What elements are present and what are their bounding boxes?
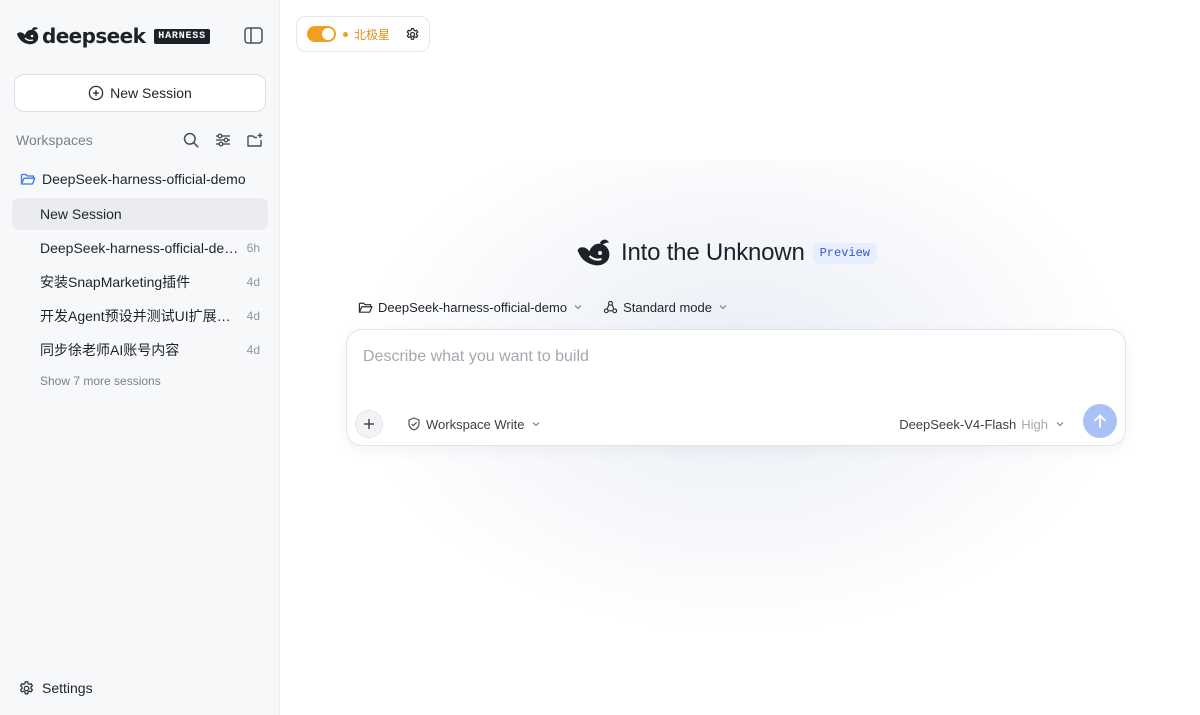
settings-label: Settings xyxy=(42,680,93,696)
workspaces-title: Workspaces xyxy=(16,132,93,148)
chevron-down-icon xyxy=(574,305,582,310)
gear-icon xyxy=(19,680,34,694)
permission-label: Workspace Write xyxy=(426,416,525,432)
mode-status-dot xyxy=(343,31,348,37)
brand-logo: deepseek HARNESS xyxy=(16,26,210,46)
gear-icon[interactable] xyxy=(405,27,420,42)
preview-badge: Preview xyxy=(812,242,878,264)
brand-name: deepseek xyxy=(42,24,146,48)
chevron-down-icon xyxy=(532,422,539,427)
brand-badge: HARNESS xyxy=(154,28,210,44)
session-item[interactable]: New Session xyxy=(12,198,268,230)
session-title: 安装SnapMarketing插件 xyxy=(40,274,191,290)
session-item[interactable]: 安装SnapMarketing插件 4d xyxy=(12,266,268,298)
session-list: New Session DeepSeek-harness-official-de… xyxy=(12,198,268,368)
context-selectors: DeepSeek-harness-official-demo Standard … xyxy=(358,298,728,316)
session-time: 4d xyxy=(246,275,260,289)
deepseek-whale-icon xyxy=(17,27,39,45)
prompt-composer: Workspace Write DeepSeek-V4-Flash High xyxy=(346,329,1126,446)
plus-circle-icon xyxy=(88,85,104,101)
deepseek-whale-icon xyxy=(577,239,610,266)
session-item[interactable]: 同步徐老师AI账号内容 4d xyxy=(12,334,268,366)
folder-icon xyxy=(358,302,373,313)
prompt-input[interactable] xyxy=(363,344,1103,370)
agent-mode-icon xyxy=(603,300,618,313)
chevron-down-icon xyxy=(1056,422,1064,427)
session-title: DeepSeek-harness-official-demo xyxy=(40,240,239,256)
attach-button[interactable] xyxy=(355,410,383,438)
session-item[interactable]: 开发Agent预设并测试UI扩展功能 4d xyxy=(12,300,268,332)
arrow-up-icon xyxy=(1094,414,1106,428)
model-name: DeepSeek-V4-Flash xyxy=(899,416,1017,432)
shield-check-icon xyxy=(408,417,420,431)
session-title: New Session xyxy=(40,206,122,222)
folder-open-icon xyxy=(20,173,36,185)
sidebar: deepseek HARNESS New Session Workspaces xyxy=(0,0,280,715)
new-folder-icon[interactable] xyxy=(246,131,264,149)
new-session-button[interactable]: New Session xyxy=(14,74,266,112)
mode-pill: 北极星 xyxy=(296,16,430,52)
sidebar-panel-icon[interactable] xyxy=(244,27,263,44)
model-effort: High xyxy=(1021,416,1048,432)
session-item[interactable]: DeepSeek-harness-official-demo 6h xyxy=(12,232,268,264)
mode-toggle[interactable] xyxy=(307,26,336,42)
new-session-label: New Session xyxy=(110,85,192,101)
workspace-folder[interactable]: DeepSeek-harness-official-demo xyxy=(20,169,246,189)
plus-icon xyxy=(364,419,374,429)
show-more-sessions-link[interactable]: Show 7 more sessions xyxy=(40,374,161,388)
model-selector[interactable]: DeepSeek-V4-Flash High xyxy=(899,416,1065,432)
workspace-selector[interactable]: DeepSeek-harness-official-demo xyxy=(358,300,583,315)
search-icon[interactable] xyxy=(182,131,200,149)
hero-heading: Into the Unknown Preview xyxy=(576,237,878,269)
settings-button[interactable]: Settings xyxy=(18,678,93,698)
permission-selector[interactable]: Workspace Write xyxy=(407,416,541,432)
workspaces-header: Workspaces xyxy=(16,130,266,150)
session-time: 4d xyxy=(246,343,260,357)
send-button[interactable] xyxy=(1083,404,1117,438)
sliders-icon[interactable] xyxy=(214,131,232,149)
workspace-name: DeepSeek-harness-official-demo xyxy=(42,171,246,187)
session-title: 开发Agent预设并测试UI扩展功能 xyxy=(40,308,239,324)
mode-selector[interactable]: Standard mode xyxy=(603,300,728,315)
main-area: 北极星 Into the Unknown Preview DeepSeek-ha… xyxy=(280,0,1200,715)
session-time: 4d xyxy=(246,309,260,323)
session-title: 同步徐老师AI账号内容 xyxy=(40,342,180,358)
hero-title: Into the Unknown xyxy=(621,239,805,266)
mode-selector-label: Standard mode xyxy=(623,299,712,315)
mode-name: 北极星 xyxy=(354,27,391,42)
chevron-down-icon xyxy=(719,305,727,310)
session-time: 6h xyxy=(246,241,260,255)
workspace-selector-label: DeepSeek-harness-official-demo xyxy=(378,299,568,315)
